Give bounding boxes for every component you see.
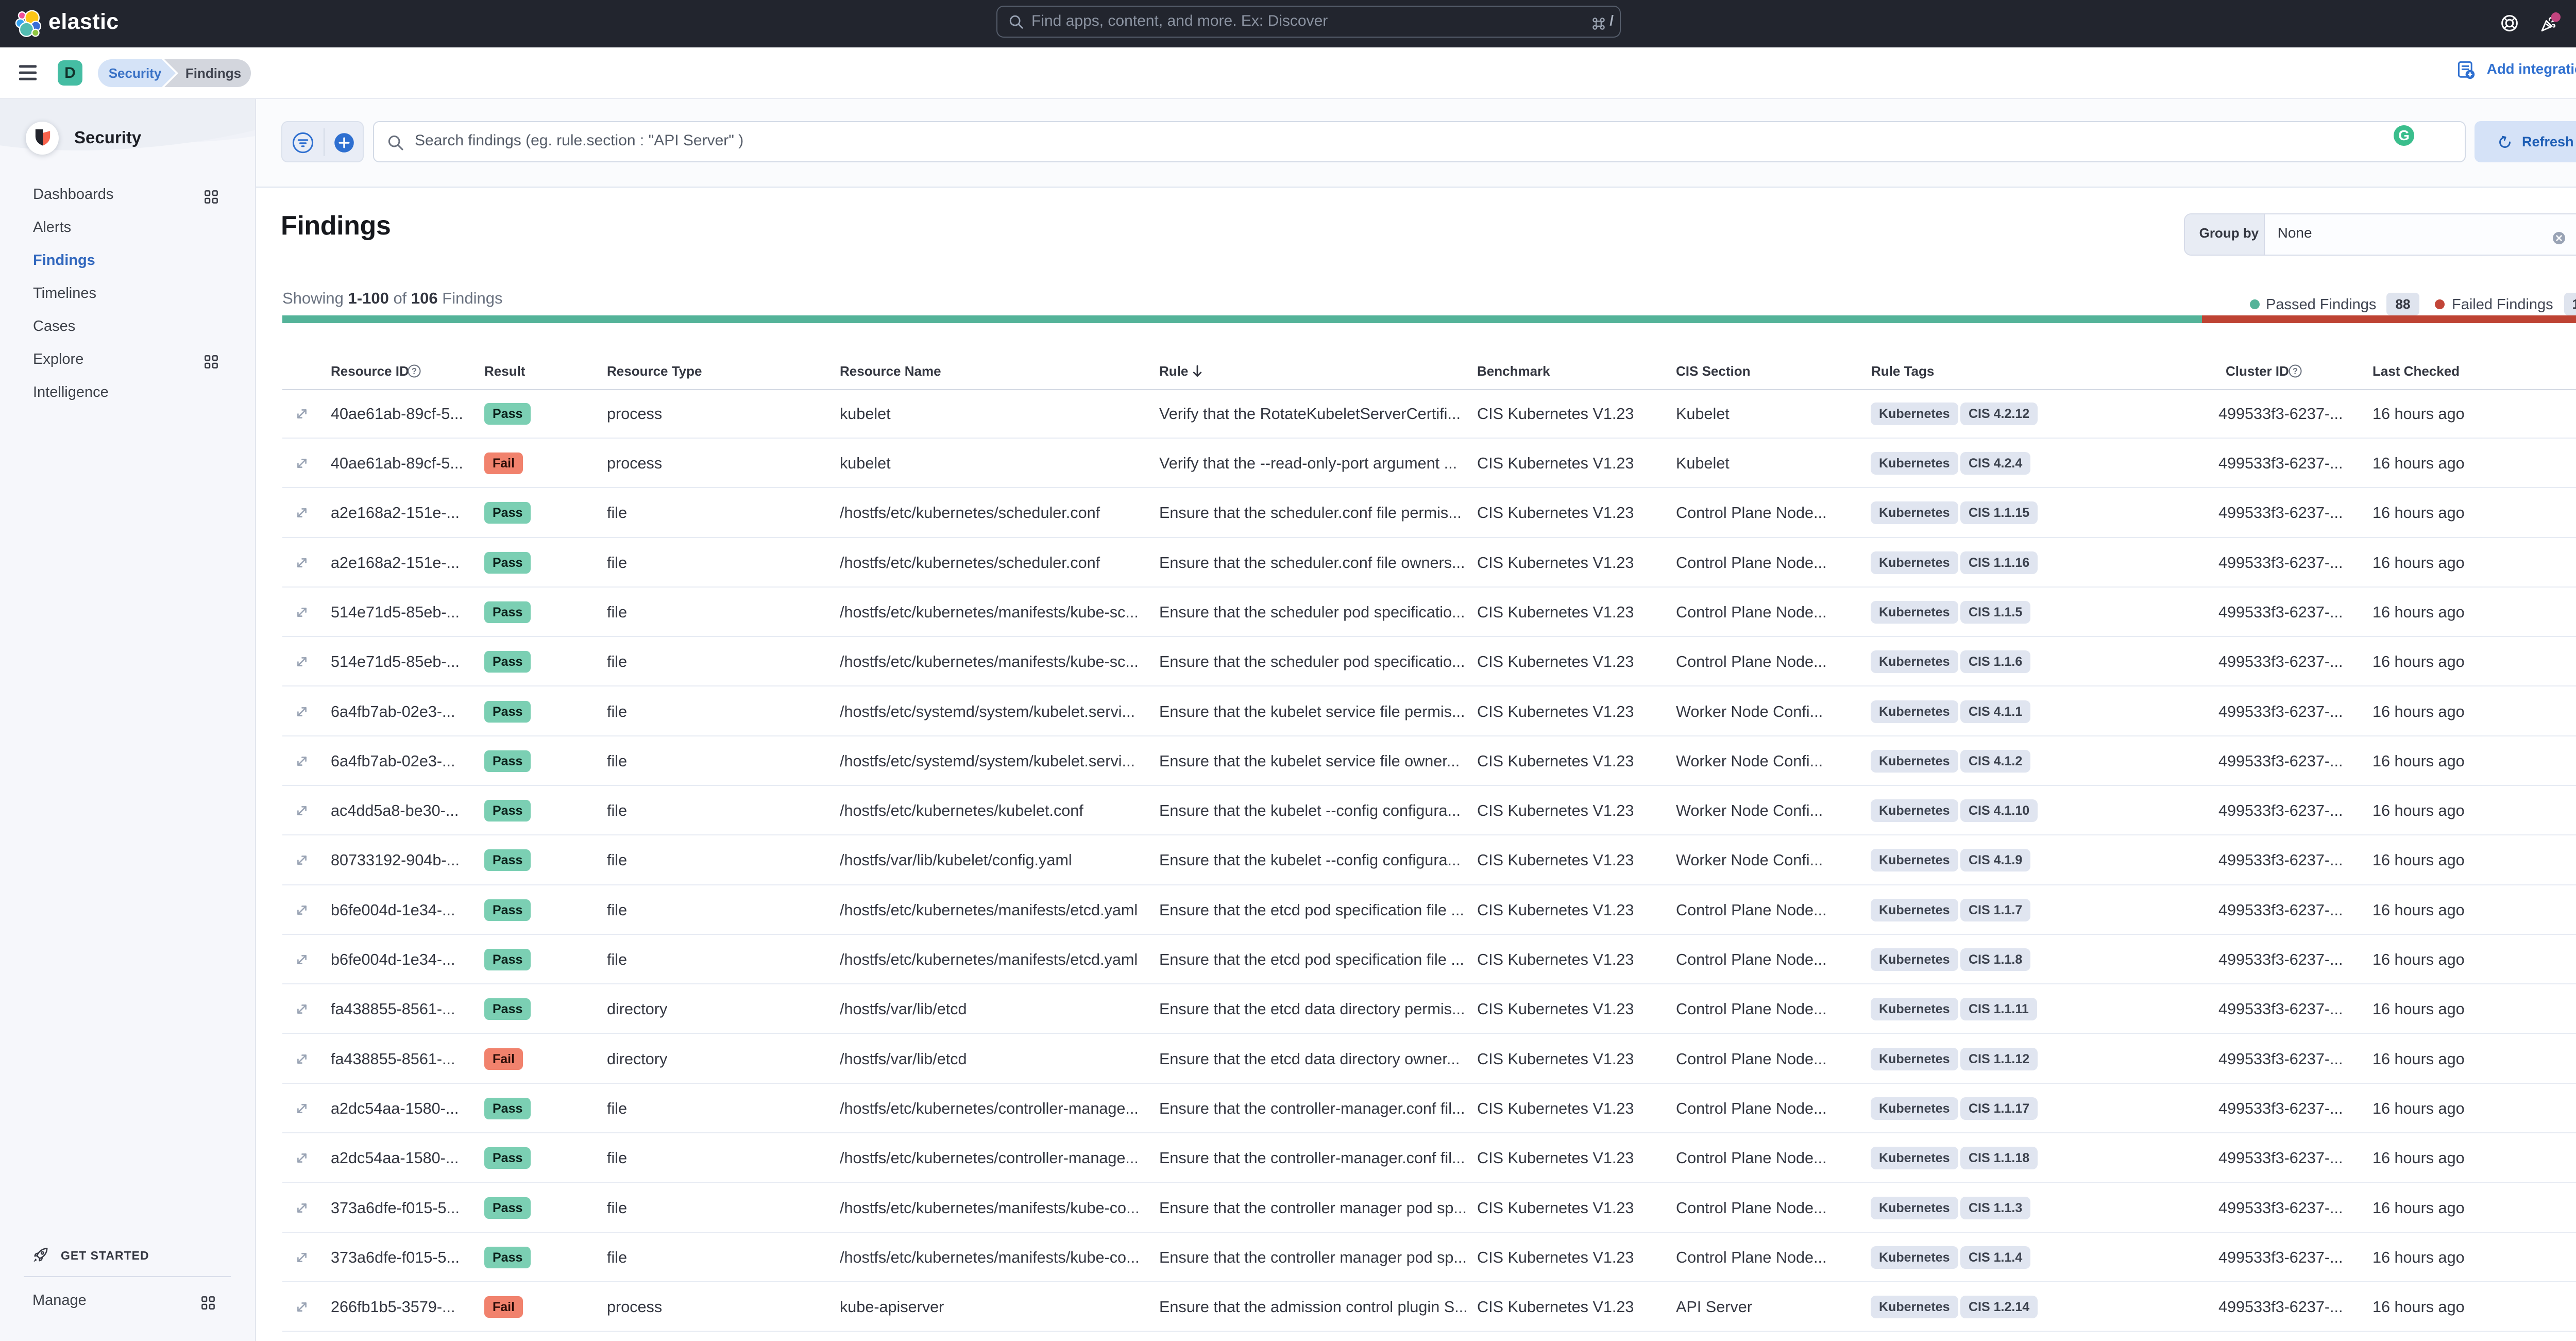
svg-text:Findings: Findings [185, 65, 241, 81]
svg-text:?: ? [2293, 366, 2298, 376]
svg-text:?: ? [412, 366, 417, 376]
svg-text:Security: Security [109, 65, 162, 81]
